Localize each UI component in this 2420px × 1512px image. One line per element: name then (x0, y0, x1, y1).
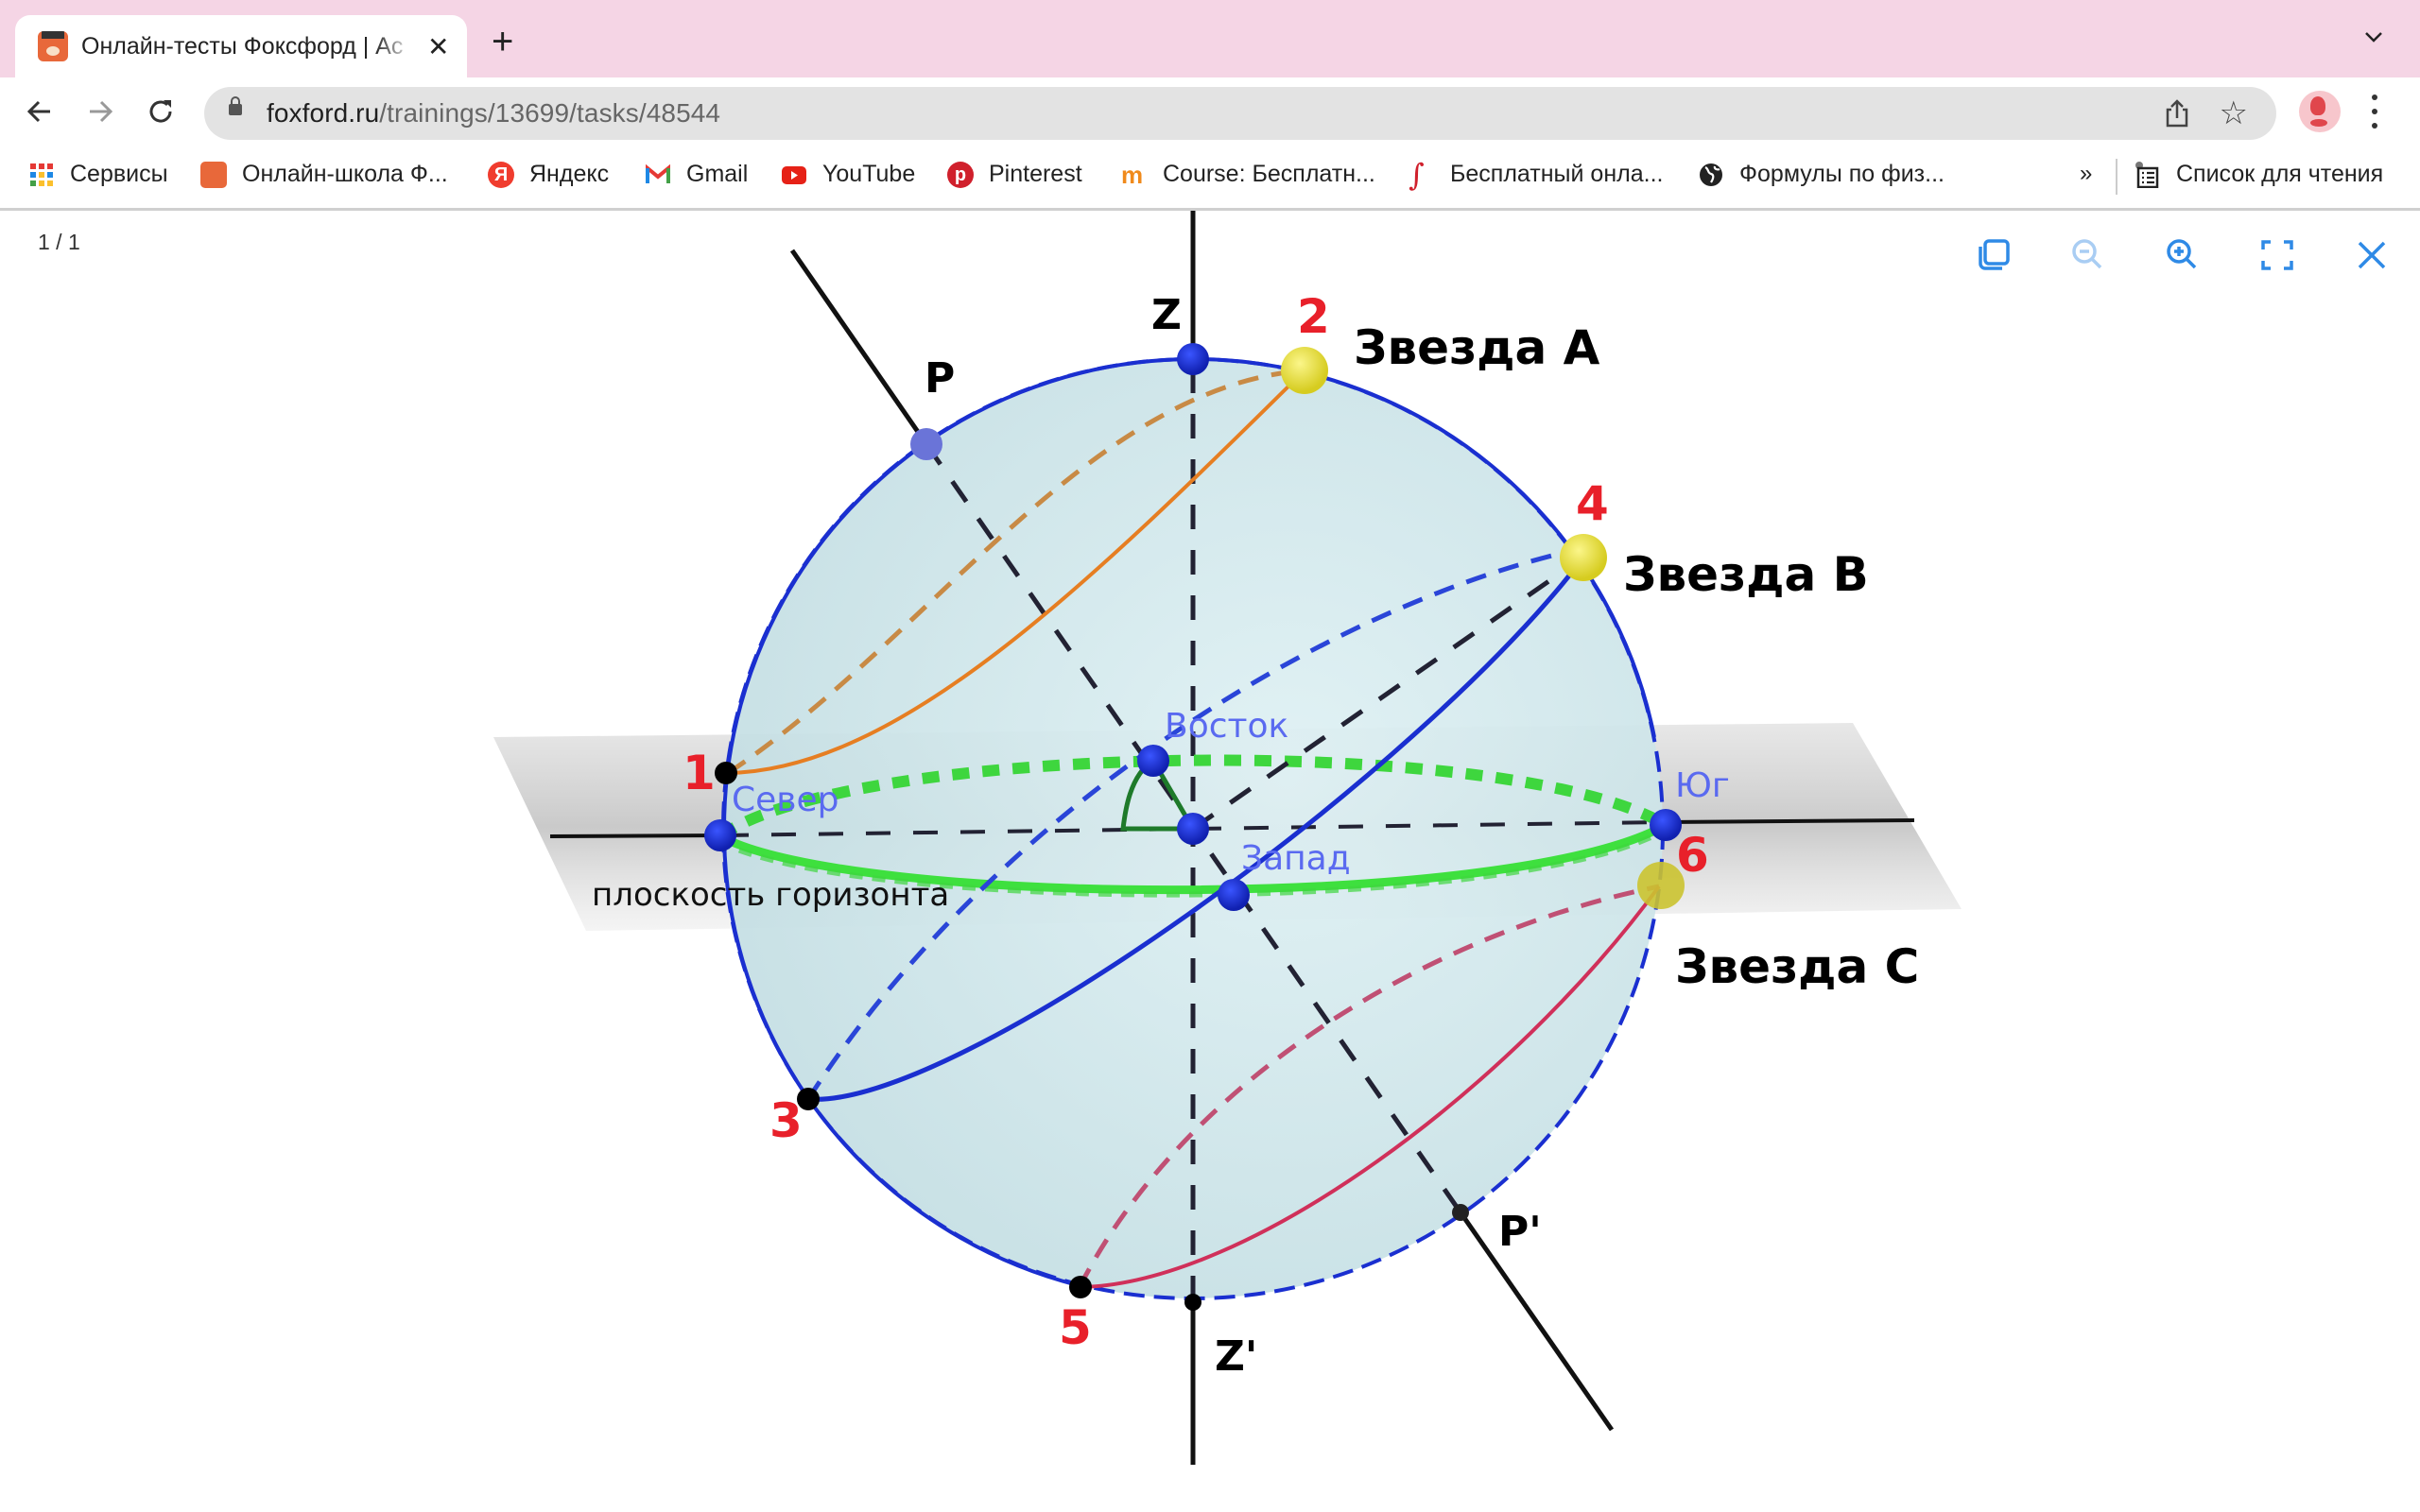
toolbar: foxford.ru/trainings/13699/tasks/48544 ☆ (0, 77, 2420, 144)
reading-list-button[interactable]: Список для чтения (2135, 161, 2383, 188)
kebab-menu-icon[interactable] (2371, 94, 2378, 129)
url-text[interactable]: foxford.ru/trainings/13699/tasks/48544 (267, 98, 720, 129)
bookmark-label: Формулы по физ... (1739, 161, 1945, 187)
reload-icon (149, 100, 172, 123)
back-button[interactable] (19, 91, 60, 132)
star-a-label: Звезда А (1354, 320, 1600, 375)
east-point (1137, 745, 1169, 777)
bookmark-course[interactable]: m Course: Бесплатн... (1121, 161, 1375, 188)
nadir-point (1184, 1294, 1201, 1311)
bookmarks-bar: Сервисы Онлайн-школа Ф... Я Яндекс Gmail… (0, 144, 2420, 211)
bookmarks-overflow-button[interactable]: » (2080, 161, 2092, 187)
bookmark-yandex[interactable]: Я Яндекс (488, 161, 609, 188)
chevron-down-icon[interactable] (2363, 26, 2384, 47)
west-label: Запад (1241, 839, 1351, 878)
zenith-point (1177, 343, 1209, 375)
reading-list-label: Список для чтения (2176, 161, 2384, 187)
pole-south-label: P' (1498, 1208, 1542, 1256)
arrow-right-icon (90, 100, 113, 123)
pole-south-point (1452, 1204, 1469, 1221)
point-number-4: 4 (1576, 476, 1609, 531)
bookmark-label: Pinterest (989, 161, 1082, 187)
forward-button[interactable] (79, 91, 121, 132)
url-path: /trainings/13699/tasks/48544 (379, 98, 721, 128)
bookmark-label: Онлайн-школа Ф... (242, 161, 448, 187)
yandex-icon: Я (488, 161, 514, 188)
north-point (704, 819, 736, 851)
star-icon[interactable]: ☆ (2220, 94, 2248, 132)
bookmark-label: Gmail (686, 161, 749, 187)
divider (2116, 159, 2118, 195)
url-host: foxford.ru (267, 98, 380, 128)
arrow-left-icon (26, 100, 50, 123)
bookmark-pinterest[interactable]: p Pinterest (947, 161, 1082, 188)
tab-strip: Онлайн-тесты Фоксфорд | Ас ✕ + (0, 0, 2420, 77)
image-viewer: 1 / 1 Z P Z' P' Звезда А Звезда В Звезда… (0, 211, 2420, 1512)
bookmark-label: Сервисы (70, 161, 168, 187)
star-c-label: Звезда С (1675, 939, 1919, 994)
north-label: Север (732, 781, 839, 819)
zenith-label: Z (1151, 291, 1182, 339)
star-b-ball (1560, 534, 1607, 581)
pole-point (910, 428, 942, 460)
reading-list-icon (2135, 161, 2159, 188)
browser-tab[interactable]: Онлайн-тесты Фоксфорд | Ас ✕ (15, 15, 467, 77)
west-point (1218, 879, 1250, 911)
bookmark-label: Яндекс (529, 161, 610, 187)
bookmark-label: Course: Бесплатн... (1163, 161, 1375, 187)
foxford-fox-icon (38, 31, 68, 61)
integral-icon: ∫ (1409, 156, 1425, 193)
celestial-sphere-diagram: Z P Z' P' Звезда А Звезда В Звезда С Вос… (493, 211, 1962, 1465)
horizon-plane-label: плоскость горизонта (592, 876, 949, 914)
bookmark-physics-formulas[interactable]: Формулы по физ... (1698, 161, 1945, 188)
bookmark-services[interactable]: Сервисы (28, 161, 168, 188)
youtube-icon (782, 165, 806, 184)
chevron-double-right-icon: » (2080, 161, 2093, 186)
bookmark-label: Бесплатный онла... (1450, 161, 1664, 187)
bookmark-free-online[interactable]: ∫ Бесплатный онла... (1409, 156, 1664, 193)
lock-icon[interactable] (229, 96, 242, 115)
apps-grid-icon (30, 163, 53, 186)
point-number-1: 1 (683, 746, 716, 800)
star-a-ball (1281, 347, 1328, 394)
star-b-label: Звезда В (1623, 547, 1869, 602)
point-5 (1069, 1276, 1092, 1298)
share-icon[interactable] (2163, 98, 2191, 129)
foxford-fox-icon (200, 161, 227, 188)
point-number-6: 6 (1676, 828, 1709, 883)
pinterest-icon: p (947, 161, 974, 188)
address-bar[interactable]: foxford.ru/trainings/13699/tasks/48544 ☆ (204, 87, 2276, 140)
plus-icon: + (492, 21, 514, 62)
tab-title: Онлайн-тесты Фоксфорд | Ас (81, 32, 404, 60)
point-number-5: 5 (1059, 1300, 1092, 1355)
new-tab-button[interactable]: + (492, 21, 513, 63)
nadir-label: Z' (1215, 1332, 1257, 1381)
bookmark-gmail[interactable]: Gmail (645, 161, 748, 188)
gmail-icon (646, 163, 670, 183)
point-number-2: 2 (1297, 289, 1330, 344)
bookmark-foxford[interactable]: Онлайн-школа Ф... (200, 161, 448, 188)
avatar[interactable] (2299, 91, 2341, 132)
east-label: Восток (1165, 707, 1288, 746)
south-label: Юг (1675, 766, 1730, 805)
center-point (1177, 813, 1209, 845)
point-number-3: 3 (769, 1093, 803, 1148)
pole-label: P (925, 354, 955, 403)
moodle-icon: m (1121, 160, 1144, 189)
close-icon[interactable]: ✕ (427, 31, 449, 62)
bookmark-label: YouTube (822, 161, 916, 187)
reload-button[interactable] (140, 91, 182, 132)
bookmark-youtube[interactable]: YouTube (781, 161, 915, 188)
globe-icon (1700, 163, 1722, 186)
